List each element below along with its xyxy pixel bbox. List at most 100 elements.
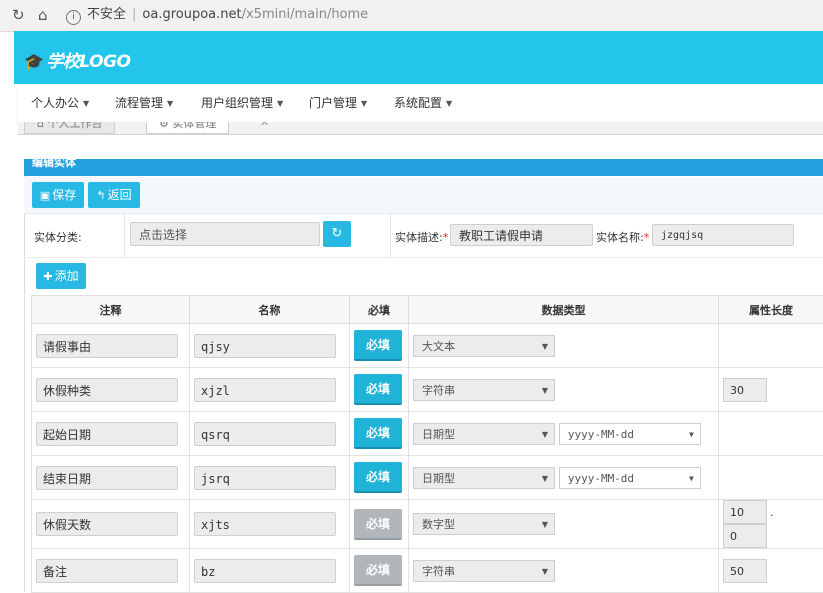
menu-system-config[interactable]: 系统配置▼ xyxy=(394,94,452,111)
attr-length-cell xyxy=(719,324,823,368)
browser-toolbar: ↻ ⌂ i不安全|oa.groupoa.net/x5mini/main/home xyxy=(0,0,823,32)
data-type-select[interactable]: 大文本▼ xyxy=(413,335,555,357)
home-icon: ⌂ xyxy=(37,122,47,130)
table-header-row: 注释 名称 必填 数据类型 属性长度 xyxy=(32,296,823,324)
comment-cell: 请假事由 xyxy=(32,324,190,368)
caret-down-icon: ▼ xyxy=(542,380,548,402)
back-arrow-icon: ↰ xyxy=(96,189,105,202)
required-cell: 必填 xyxy=(350,368,409,412)
required-cell: 必填 xyxy=(350,412,409,456)
required-toggle[interactable]: 必填 xyxy=(354,555,402,586)
panel-title: 编辑实体 xyxy=(32,159,76,170)
comment-cell: 起始日期 xyxy=(32,412,190,456)
required-cell: 必填 xyxy=(350,456,409,500)
comment-input[interactable]: 结束日期 xyxy=(36,466,178,490)
data-type-select[interactable]: 字符串▼ xyxy=(413,560,555,582)
name-label: 实体名称:* xyxy=(596,229,649,245)
back-button[interactable]: ↰返回 xyxy=(88,182,140,208)
required-toggle[interactable]: 必填 xyxy=(354,462,402,493)
caret-down-icon: ▼ xyxy=(361,99,367,108)
category-label: 实体分类: xyxy=(34,229,82,245)
info-icon[interactable]: i xyxy=(66,10,81,25)
comment-cell: 休假种类 xyxy=(32,368,190,412)
required-toggle[interactable]: 必填 xyxy=(354,330,402,361)
data-type-select[interactable]: 字符串▼ xyxy=(413,379,555,401)
length-input[interactable]: 30 xyxy=(723,378,767,402)
date-format-select[interactable]: yyyy-MM-dd▼ xyxy=(559,423,701,445)
tab-entity-management[interactable]: ⚙ 实体管理 xyxy=(146,122,229,134)
action-toolbar: ▣保存 ↰返回 xyxy=(24,177,823,214)
comment-input[interactable]: 休假种类 xyxy=(36,378,178,402)
caret-down-icon: ▼ xyxy=(167,99,173,108)
caret-down-icon: ▼ xyxy=(542,336,548,358)
field-name-input[interactable]: qsrq xyxy=(194,422,336,446)
data-type-cell: 字符串▼ xyxy=(409,368,719,412)
data-type-select[interactable]: 日期型▼ xyxy=(413,467,555,489)
security-label: 不安全 xyxy=(87,7,126,22)
menu-portal-management[interactable]: 门户管理▼ xyxy=(309,94,367,111)
save-button[interactable]: ▣保存 xyxy=(32,182,84,208)
required-toggle[interactable]: 必填 xyxy=(354,509,402,540)
header-data-type: 数据类型 xyxy=(409,296,719,324)
table-row: 休假天数 xjts 必填数字型▼ 10.0 xyxy=(32,500,823,549)
data-type-cell: 字符串▼ xyxy=(409,549,719,593)
save-icon: ▣ xyxy=(40,189,50,202)
length-input[interactable]: 10 xyxy=(723,500,767,524)
attr-length-cell: 50 xyxy=(719,549,823,593)
name-cell: qjsy xyxy=(190,324,350,368)
main-menu: 个人办公▼ 流程管理▼ 用户组织管理▼ 门户管理▼ 系统配置▼ xyxy=(18,84,823,123)
comment-cell: 休假天数 xyxy=(32,500,190,549)
table-row: 备注 bz 必填字符串▼ 50 xyxy=(32,549,823,593)
tab-personal-workbench[interactable]: ⌂ 个人工作台 xyxy=(24,122,115,134)
caret-down-icon: ▼ xyxy=(689,424,694,446)
table-row: 休假种类 xjzl 必填字符串▼ 30 xyxy=(32,368,823,412)
category-select-field[interactable]: 点击选择 xyxy=(130,222,320,246)
required-cell: 必填 xyxy=(350,549,409,593)
required-toggle[interactable]: 必填 xyxy=(354,418,402,449)
close-tab-icon[interactable]: ✕ xyxy=(260,122,269,129)
field-name-input[interactable]: xjts xyxy=(194,512,336,536)
address-bar[interactable]: i不安全|oa.groupoa.net/x5mini/main/home xyxy=(66,4,816,26)
url-host: oa.groupoa.net xyxy=(142,7,241,22)
required-toggle[interactable]: 必填 xyxy=(354,374,402,405)
data-type-cell: 大文本▼ xyxy=(409,324,719,368)
decimal-separator: . xyxy=(770,506,774,519)
field-name-input[interactable]: jsrq xyxy=(194,466,336,490)
field-name-input[interactable]: qjsy xyxy=(194,334,336,358)
caret-down-icon: ▼ xyxy=(689,468,694,490)
menu-personal-office[interactable]: 个人办公▼ xyxy=(31,94,89,111)
attr-length-cell: 10.0 xyxy=(719,500,823,549)
comment-input[interactable]: 请假事由 xyxy=(36,334,178,358)
table-row: 请假事由 qjsy 必填大文本▼ xyxy=(32,324,823,368)
menu-user-org-management[interactable]: 用户组织管理▼ xyxy=(201,94,283,111)
school-logo[interactable]: 🎓学校LOGO xyxy=(24,47,131,72)
comment-input[interactable]: 起始日期 xyxy=(36,422,178,446)
comment-input[interactable]: 休假天数 xyxy=(36,512,178,536)
name-cell: jsrq xyxy=(190,456,350,500)
add-button[interactable]: ✚添加 xyxy=(36,263,86,289)
date-format-select[interactable]: yyyy-MM-dd▼ xyxy=(559,467,701,489)
data-type-select[interactable]: 日期型▼ xyxy=(413,423,555,445)
caret-down-icon: ▼ xyxy=(542,424,548,446)
field-name-input[interactable]: xjzl xyxy=(194,378,336,402)
data-type-select[interactable]: 数字型▼ xyxy=(413,513,555,535)
refresh-icon[interactable]: ↻ xyxy=(323,221,351,247)
url-path: /x5mini/main/home xyxy=(242,7,369,22)
name-input[interactable]: jzgqjsq xyxy=(652,224,794,246)
header-required: 必填 xyxy=(350,296,409,324)
gear-icon: ⚙ xyxy=(159,122,172,130)
caret-down-icon: ▼ xyxy=(83,99,89,108)
name-cell: xjts xyxy=(190,500,350,549)
table-row: 结束日期 jsrq 必填日期型▼ yyyy-MM-dd▼ xyxy=(32,456,823,500)
length-input[interactable]: 50 xyxy=(723,559,767,583)
data-type-cell: 日期型▼ yyyy-MM-dd▼ xyxy=(409,412,719,456)
header-attr-length: 属性长度 xyxy=(719,296,823,324)
desc-input[interactable]: 教职工请假申请 xyxy=(450,224,593,246)
caret-down-icon: ▼ xyxy=(542,514,548,536)
home-icon[interactable]: ⌂ xyxy=(38,6,48,24)
menu-process-management[interactable]: 流程管理▼ xyxy=(115,94,173,111)
comment-input[interactable]: 备注 xyxy=(36,559,178,583)
field-name-input[interactable]: bz xyxy=(194,559,336,583)
reload-icon[interactable]: ↻ xyxy=(12,6,25,24)
decimal-input[interactable]: 0 xyxy=(723,524,767,548)
